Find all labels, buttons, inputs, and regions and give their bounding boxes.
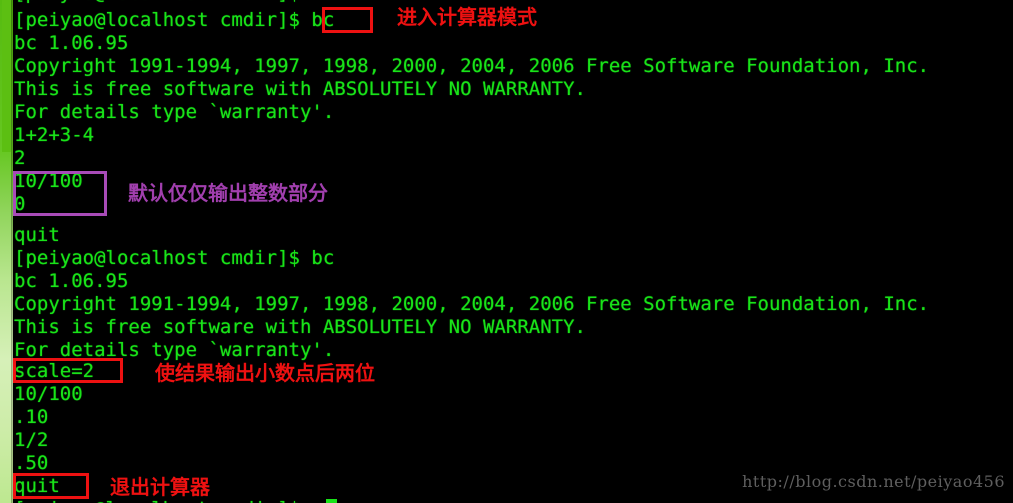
terminal-line-text: [peiyao@localhost cmdir]$ bc [14, 247, 335, 269]
terminal-line-text: .50 [14, 452, 49, 474]
annotation-two-decimal-places: 使结果输出小数点后两位 [155, 361, 375, 385]
terminal-window: [peiyao@localhost cmdir]$ ls [peiyao@loc… [0, 0, 1013, 503]
terminal-cursor [326, 499, 337, 503]
scrollbar-thumb[interactable] [2, 0, 11, 152]
terminal-line-text: This is free software with ABSOLUTELY NO… [14, 316, 586, 338]
terminal-line-text: bc 1.06.95 [14, 270, 129, 292]
terminal-line-text: .10 [14, 406, 49, 428]
terminal-line-text: Copyright 1991-1994, 1997, 1998, 2000, 2… [14, 293, 930, 315]
terminal-line-text: [peiyao@localhost cmdir]$ bc [14, 9, 335, 31]
terminal-line-text: quit [14, 224, 60, 246]
watermark-url: http://blog.csdn.net/peiyao456 [742, 472, 1005, 491]
terminal-line-text: 1/2 [14, 429, 49, 451]
terminal-line-text: bc 1.06.95 [14, 32, 129, 54]
terminal-line-text: 10/100 [14, 170, 83, 192]
terminal-line-text: [peiyao@localhost cmdir]$ ls [14, 0, 334, 5]
terminal-output[interactable]: [peiyao@localhost cmdir]$ ls [peiyao@loc… [14, 0, 1013, 503]
terminal-line-text: This is free software with ABSOLUTELY NO… [14, 78, 586, 100]
terminal-line-text: For details type `warranty'. [14, 101, 335, 123]
annotation-exit-calculator: 退出计算器 [110, 475, 210, 499]
terminal-line-text: scale=2 [14, 360, 95, 382]
terminal-line-text: 2 [14, 147, 26, 169]
terminal-line-text: quit [14, 475, 60, 497]
annotation-enter-calculator-mode: 进入计算器模式 [397, 5, 537, 29]
annotation-integer-output-only: 默认仅仅输出整数部分 [128, 181, 328, 205]
terminal-line-text: 10/100 [14, 383, 83, 405]
terminal-line-text: 1+2+3-4 [14, 124, 95, 146]
terminal-line-text: 0 [14, 193, 26, 215]
terminal-line-text: For details type `warranty'. [14, 339, 335, 361]
terminal-line-text: Copyright 1991-1994, 1997, 1998, 2000, 2… [14, 55, 930, 77]
